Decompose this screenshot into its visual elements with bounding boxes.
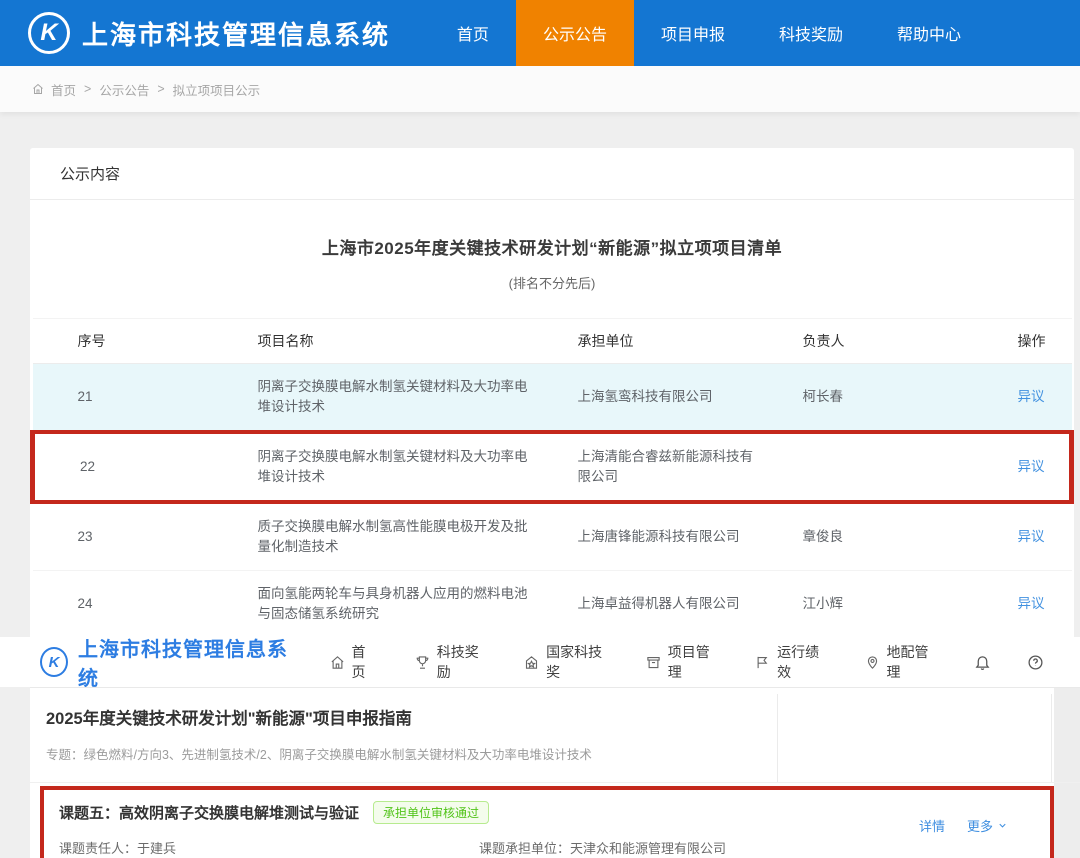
portal-nav-project-mgmt[interactable]: 项目管理 (646, 642, 713, 682)
cell-leader: 柯长春 (758, 364, 973, 433)
portal-nav-home[interactable]: 首页 (330, 642, 373, 682)
pin-icon (865, 655, 880, 670)
cell-no: 24 (33, 571, 213, 638)
nav-item-tech-awards[interactable]: 科技奖励 (752, 0, 870, 66)
topic-title: 课题五：高效阴离子交换膜电解堆测试与验证 (59, 802, 359, 823)
objection-link[interactable]: 异议 (1018, 529, 1045, 544)
cell-org: 上海卓益得机器人有限公司 (533, 571, 758, 638)
nav-item-help-center[interactable]: 帮助中心 (870, 0, 988, 66)
brand: K 上海市科技管理信息系统 (0, 0, 390, 66)
nav-item-home[interactable]: 首页 (430, 0, 516, 66)
portal-nav-label: 国家科技奖 (546, 642, 604, 682)
nav-item-project-apply[interactable]: 项目申报 (634, 0, 752, 66)
cell-project: 面向氢能两轮车与具身机器人应用的燃料电池与固态储氢系统研究 (213, 571, 533, 638)
col-header-action: 操作 (973, 319, 1072, 364)
breadcrumb-home[interactable]: 首页 (51, 80, 76, 99)
award-icon (524, 655, 539, 670)
table-row: 21 阴离子交换膜电解水制氢关键材料及大功率电堆设计技术 上海氢鸾科技有限公司 … (33, 364, 1072, 433)
notification-bell-icon[interactable] (974, 654, 991, 671)
topic-org: 课题承担单位：天津众和能源管理有限公司 (479, 838, 726, 857)
cell-org: 上海氢鸾科技有限公司 (533, 364, 758, 433)
card-section-title: 公示内容 (30, 148, 1074, 200)
table-header-row: 序号 项目名称 承担单位 负责人 操作 (33, 319, 1072, 364)
portal-title: 上海市科技管理信息系统 (78, 633, 292, 691)
logo-icon: K (28, 12, 70, 54)
guide-topic: 专题：绿色燃料/方向3、先进制氢技术/2、阴离子交换膜电解水制氢关键材料及大功率… (46, 744, 1080, 763)
page-gap (0, 112, 1080, 148)
breadcrumb-separator: > (157, 82, 164, 96)
cell-project: 阴离子交换膜电解水制氢关键材料及大功率电堆设计技术 (213, 364, 533, 433)
detail-link[interactable]: 详情 (919, 816, 945, 835)
breadcrumb-current: 拟立项项目公示 (173, 80, 261, 99)
portal-nav-label: 运行绩效 (777, 642, 822, 682)
portal-nav-performance[interactable]: 运行绩效 (755, 642, 822, 682)
more-link[interactable]: 更多 (967, 816, 1008, 835)
chevron-down-icon (997, 820, 1008, 831)
portal-nav-national-award[interactable]: 国家科技奖 (524, 642, 604, 682)
col-header-org: 承担单位 (533, 319, 758, 364)
announcement-card: 公示内容 上海市2025年度关键技术研发计划“新能源”拟立项项目清单 (排名不分… (30, 148, 1074, 637)
guide-section: 2025年度关键技术研发计划"新能源"项目申报指南 专题：绿色燃料/方向3、先进… (30, 688, 1080, 783)
cell-org: 上海唐锋能源科技有限公司 (533, 502, 758, 571)
list-title: 上海市2025年度关键技术研发计划“新能源”拟立项项目清单 (30, 234, 1074, 259)
cell-leader (758, 432, 973, 502)
trophy-icon (415, 655, 430, 670)
topic-card-highlighted: 课题五：高效阴离子交换膜电解堆测试与验证 承担单位审核通过 课题责任人：于建兵 … (40, 786, 1054, 858)
objection-link[interactable]: 异议 (1018, 459, 1045, 474)
table-row: 23 质子交换膜电解水制氢高性能膜电极开发及批量化制造技术 上海唐锋能源科技有限… (33, 502, 1072, 571)
col-header-leader: 负责人 (758, 319, 973, 364)
home-icon (330, 655, 345, 670)
portal-nav-label: 首页 (352, 642, 373, 682)
cell-project: 阴离子交换膜电解水制氢关键材料及大功率电堆设计技术 (213, 432, 533, 502)
top-header: K 上海市科技管理信息系统 首页 公示公告 项目申报 科技奖励 帮助中心 (0, 0, 1080, 66)
status-badge: 承担单位审核通过 (373, 801, 489, 824)
app-title: 上海市科技管理信息系统 (82, 15, 390, 52)
breadcrumb-announcements[interactable]: 公示公告 (99, 80, 149, 99)
portal-body: 2025年度关键技术研发计划"新能源"项目申报指南 专题：绿色燃料/方向3、先进… (30, 687, 1080, 858)
list-subtitle: (排名不分先后) (30, 273, 1074, 292)
portal-logo-icon: K (40, 647, 68, 677)
topic-org-label: 课题承担单位： (479, 841, 570, 856)
portal-nav-tech-awards[interactable]: 科技奖励 (415, 642, 482, 682)
portal-nav-label: 项目管理 (668, 642, 713, 682)
col-header-no: 序号 (33, 319, 213, 364)
topic-leader: 课题责任人：于建兵 (59, 838, 479, 857)
more-link-label: 更多 (967, 816, 993, 835)
portal-nav-label: 地配管理 (887, 642, 932, 682)
guide-title: 2025年度关键技术研发计划"新能源"项目申报指南 (46, 705, 1080, 729)
topic-org-value: 天津众和能源管理有限公司 (570, 841, 726, 856)
help-icon[interactable] (1027, 654, 1044, 671)
portal-header: K 上海市科技管理信息系统 首页 科技奖励 国家科技奖 项目管理 (0, 637, 1080, 687)
archive-icon (646, 655, 661, 670)
projects-table: 序号 项目名称 承担单位 负责人 操作 21 阴离子交换膜电解水制氢关键材料及大… (30, 318, 1074, 637)
portal-nav: 首页 科技奖励 国家科技奖 项目管理 运行绩效 (330, 642, 1080, 682)
vertical-divider (777, 694, 778, 782)
col-header-project: 项目名称 (213, 319, 533, 364)
cell-no: 21 (33, 364, 213, 433)
topic-leader-label: 课题责任人： (59, 841, 137, 856)
breadcrumb-separator: > (84, 82, 91, 96)
breadcrumb: 首页 > 公示公告 > 拟立项项目公示 (0, 66, 1080, 112)
cell-project: 质子交换膜电解水制氢高性能膜电极开发及批量化制造技术 (213, 502, 533, 571)
table-row-highlighted: 22 阴离子交换膜电解水制氢关键材料及大功率电堆设计技术 上海清能合睿兹新能源科… (33, 432, 1072, 502)
portal-nav-site-mgmt[interactable]: 地配管理 (865, 642, 932, 682)
cell-no: 22 (33, 432, 213, 502)
cell-org: 上海清能合睿兹新能源科技有限公司 (533, 432, 758, 502)
portal-nav-label: 科技奖励 (437, 642, 482, 682)
nav-item-announcements[interactable]: 公示公告 (516, 0, 634, 66)
cell-leader: 江小辉 (758, 571, 973, 638)
objection-link[interactable]: 异议 (1018, 389, 1045, 404)
cell-no: 23 (33, 502, 213, 571)
flag-icon (755, 655, 770, 670)
topic-leader-value: 于建兵 (137, 841, 176, 856)
topic-section: 课题五：高效阴离子交换膜电解堆测试与验证 承担单位审核通过 课题责任人：于建兵 … (30, 783, 1080, 858)
home-icon (32, 83, 44, 95)
objection-link[interactable]: 异议 (1018, 596, 1045, 611)
cell-leader: 章俊良 (758, 502, 973, 571)
vertical-divider (1051, 694, 1052, 782)
main-nav: 首页 公示公告 项目申报 科技奖励 帮助中心 (430, 0, 1080, 66)
table-row: 24 面向氢能两轮车与具身机器人应用的燃料电池与固态储氢系统研究 上海卓益得机器… (33, 571, 1072, 638)
